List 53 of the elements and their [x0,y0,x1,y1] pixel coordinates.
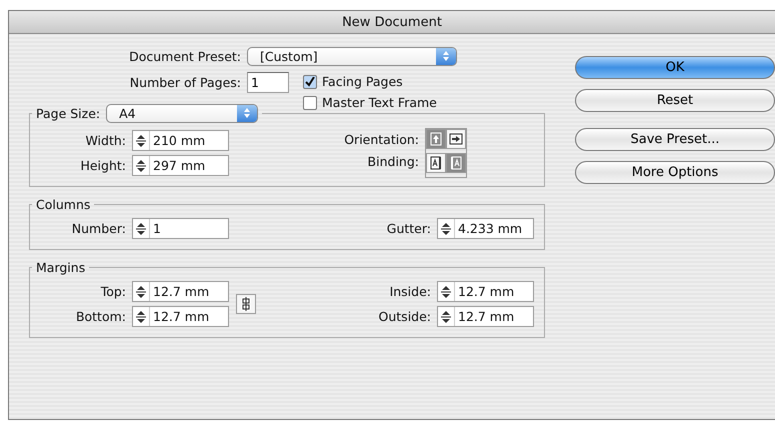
size-field[interactable]: 297 mm [132,155,229,176]
gutter-field[interactable]: 4.233 mm [437,218,534,239]
right-binding-icon [450,156,462,170]
left-button[interactable] [426,153,446,173]
field-label: Number of Pages: [128,74,242,90]
spinner-icon[interactable] [440,284,452,300]
link-button[interactable] [236,294,256,314]
spinner-icon[interactable] [135,132,147,148]
field-label: Outside: [378,309,432,324]
checkbox[interactable] [303,74,317,88]
spinner-icon[interactable] [135,284,147,300]
checkbox-label: Master Text Frame [322,95,437,110]
field-label: Binding: [366,154,420,168]
field-label: Inside: [388,284,432,299]
margin-field[interactable]: 12.7 mm [437,281,534,302]
margin-field[interactable]: 12.7 mm [132,281,229,302]
field-label: Number: [70,221,127,236]
window-title: New Document [342,14,442,30]
chain-link-icon [240,296,252,312]
dialog-button[interactable]: More Options [575,161,775,184]
spinner-icon[interactable] [135,158,147,174]
number-field[interactable]: 1 [132,218,229,239]
field-label: Top: [100,284,127,299]
landscape-button[interactable] [446,129,466,149]
group-title: Margins [35,260,86,275]
page-size-select[interactable]: A4 [106,104,258,122]
size-field[interactable]: 210 mm [132,130,229,151]
dialog-button[interactable]: Save Preset... [575,128,775,151]
field-label: Page Size: [36,106,102,120]
margin-field[interactable]: 12.7 mm [132,306,229,327]
field-label: Orientation: [343,132,420,146]
checkbox-label: Facing Pages [322,74,403,89]
field-label: Document Preset: [128,48,242,64]
left-binding-icon [430,156,442,170]
spinner-icon[interactable] [440,220,452,236]
spinner-icon[interactable] [135,220,147,236]
field-label: Gutter: [386,221,432,236]
margin-field[interactable]: 12.7 mm [437,306,534,327]
portrait-page-icon [430,132,442,146]
spinner-icon[interactable] [135,308,147,324]
select-arrows-icon[interactable] [237,104,258,122]
checkbox[interactable] [303,96,317,110]
landscape-page-icon [449,133,463,145]
field-label: Height: [79,158,127,173]
field-label: Width: [84,133,127,148]
group-title: Columns [35,197,92,212]
field-label: Bottom: [74,309,127,324]
dialog-button[interactable]: Reset [575,89,775,112]
select-arrows-icon[interactable] [436,48,456,64]
pages-input[interactable]: 1 [247,72,289,92]
default-button[interactable]: OK [575,56,775,79]
spinner-icon[interactable] [440,308,452,324]
preset-select[interactable]: [Custom] [247,46,457,66]
